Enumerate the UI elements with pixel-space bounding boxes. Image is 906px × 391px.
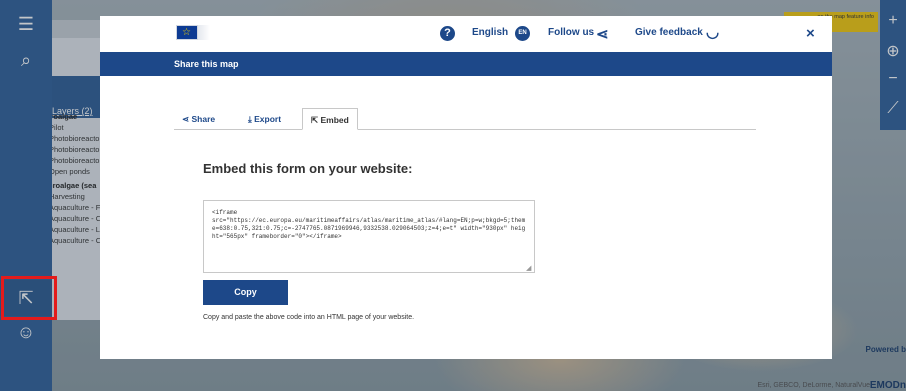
help-icon[interactable]: ? bbox=[440, 26, 455, 41]
embed-code-textarea[interactable]: <iframe src="https://ec.europa.eu/mariti… bbox=[203, 200, 535, 273]
close-button[interactable]: × bbox=[806, 25, 815, 42]
smile-icon[interactable]: ◡ bbox=[706, 23, 719, 41]
share-modal: ? English EN Follow us ⋖ Give feedback ◡… bbox=[100, 16, 832, 359]
highlight-annotation bbox=[1, 276, 57, 320]
tab-bar: ⋖ Share ⤓ Export ⇱ Embed bbox=[174, 108, 756, 130]
copy-hint: Copy and paste the above code into an HT… bbox=[203, 314, 415, 321]
tab-share[interactable]: ⋖ Share bbox=[174, 108, 223, 130]
share-icon[interactable]: ⋖ bbox=[596, 25, 609, 43]
modal-header: Share this map bbox=[100, 52, 832, 76]
modal-title: Share this map bbox=[174, 59, 239, 69]
language-selector[interactable]: English bbox=[472, 27, 508, 38]
give-feedback-link[interactable]: Give feedback bbox=[635, 27, 703, 38]
eu-flag-logo bbox=[176, 25, 198, 40]
resize-grip-icon[interactable]: ◢ bbox=[526, 264, 531, 272]
embed-heading: Embed this form on your website: bbox=[203, 161, 413, 176]
modal-topbar: ? English EN Follow us ⋖ Give feedback ◡… bbox=[100, 16, 832, 52]
language-badge[interactable]: EN bbox=[515, 26, 530, 41]
copy-button[interactable]: Copy bbox=[203, 280, 288, 305]
tab-embed[interactable]: ⇱ Embed bbox=[302, 108, 358, 130]
tab-export[interactable]: ⤓ Export bbox=[240, 108, 289, 130]
follow-us-link[interactable]: Follow us bbox=[548, 27, 594, 38]
logo-shadow bbox=[198, 25, 210, 40]
